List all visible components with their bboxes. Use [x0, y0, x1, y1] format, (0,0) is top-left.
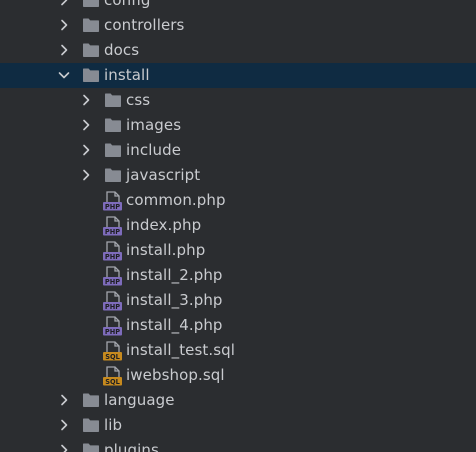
- chevron-right-icon[interactable]: [56, 417, 72, 433]
- tree-folder-row[interactable]: plugins: [0, 438, 476, 452]
- chevron-right-icon[interactable]: [56, 42, 72, 58]
- folder-icon: [82, 442, 100, 452]
- folder-icon: [82, 0, 100, 10]
- tree-file-row[interactable]: SQL install_test.sql: [0, 338, 476, 363]
- sql-file-icon: SQL: [103, 341, 122, 361]
- php-file-icon: PHP: [103, 316, 122, 336]
- tree-item-label: controllers: [104, 16, 185, 34]
- chevron-right-icon[interactable]: [78, 92, 94, 108]
- tree-item-label: plugins: [104, 441, 159, 452]
- tree-item-label: images: [126, 116, 182, 134]
- svg-text:PHP: PHP: [105, 228, 120, 236]
- svg-text:PHP: PHP: [105, 203, 120, 211]
- tree-file-row[interactable]: PHP common.php: [0, 188, 476, 213]
- chevron-right-icon[interactable]: [78, 117, 94, 133]
- chevron-right-icon[interactable]: [56, 0, 72, 8]
- folder-icon: [82, 417, 100, 435]
- php-file-icon: PHP: [103, 291, 122, 311]
- tree-item-label: install_4.php: [126, 316, 223, 334]
- tree-folder-row[interactable]: controllers: [0, 13, 476, 38]
- tree-folder-row[interactable]: images: [0, 113, 476, 138]
- tree-item-label: common.php: [126, 191, 226, 209]
- folder-icon: [82, 17, 100, 35]
- tree-file-row[interactable]: PHP install_3.php: [0, 288, 476, 313]
- php-file-icon: PHP: [103, 266, 122, 286]
- svg-text:PHP: PHP: [105, 253, 120, 261]
- tree-folder-row[interactable]: install: [0, 63, 476, 88]
- tree-item-label: install: [104, 66, 150, 84]
- tree-folder-row[interactable]: lib: [0, 413, 476, 438]
- tree-item-label: install_2.php: [126, 266, 223, 284]
- chevron-down-icon[interactable]: [56, 67, 72, 83]
- folder-icon: [104, 117, 122, 135]
- folder-icon: [82, 67, 100, 85]
- tree-item-label: install_test.sql: [126, 341, 236, 359]
- folder-icon: [104, 167, 122, 185]
- chevron-right-icon[interactable]: [78, 167, 94, 183]
- tree-item-label: config: [104, 0, 151, 9]
- tree-item-label: lib: [104, 416, 123, 434]
- php-file-icon: PHP: [103, 216, 122, 236]
- tree-folder-row[interactable]: docs: [0, 38, 476, 63]
- tree-item-label: css: [126, 91, 151, 109]
- php-file-icon: PHP: [103, 191, 122, 211]
- tree-file-row[interactable]: PHP install_2.php: [0, 263, 476, 288]
- folder-icon: [82, 42, 100, 60]
- tree-item-label: javascript: [126, 166, 201, 184]
- tree-folder-row[interactable]: javascript: [0, 163, 476, 188]
- tree-folder-row[interactable]: css: [0, 88, 476, 113]
- tree-folder-row[interactable]: config: [0, 0, 476, 13]
- svg-text:PHP: PHP: [105, 328, 120, 336]
- tree-file-row[interactable]: PHP install.php: [0, 238, 476, 263]
- tree-file-row[interactable]: PHP index.php: [0, 213, 476, 238]
- chevron-right-icon[interactable]: [56, 392, 72, 408]
- sql-file-icon: SQL: [103, 366, 122, 386]
- svg-text:PHP: PHP: [105, 278, 120, 286]
- php-file-icon: PHP: [103, 241, 122, 261]
- svg-text:PHP: PHP: [105, 303, 120, 311]
- svg-text:SQL: SQL: [105, 353, 120, 361]
- tree-folder-row[interactable]: include: [0, 138, 476, 163]
- tree-item-label: install.php: [126, 241, 206, 259]
- folder-icon: [104, 142, 122, 160]
- tree-item-label: docs: [104, 41, 140, 59]
- project-file-tree: config controllers docs install css images inc…: [0, 0, 476, 452]
- tree-item-label: language: [104, 391, 175, 409]
- tree-item-label: include: [126, 141, 182, 159]
- chevron-right-icon[interactable]: [56, 442, 72, 452]
- chevron-right-icon[interactable]: [56, 17, 72, 33]
- svg-text:SQL: SQL: [105, 378, 120, 386]
- tree-folder-row[interactable]: language: [0, 388, 476, 413]
- tree-item-label: iwebshop.sql: [126, 366, 225, 384]
- tree-file-row[interactable]: PHP install_4.php: [0, 313, 476, 338]
- folder-icon: [104, 92, 122, 110]
- tree-file-row[interactable]: SQL iwebshop.sql: [0, 363, 476, 388]
- folder-icon: [82, 392, 100, 410]
- chevron-right-icon[interactable]: [78, 142, 94, 158]
- tree-item-label: install_3.php: [126, 291, 223, 309]
- tree-item-label: index.php: [126, 216, 202, 234]
